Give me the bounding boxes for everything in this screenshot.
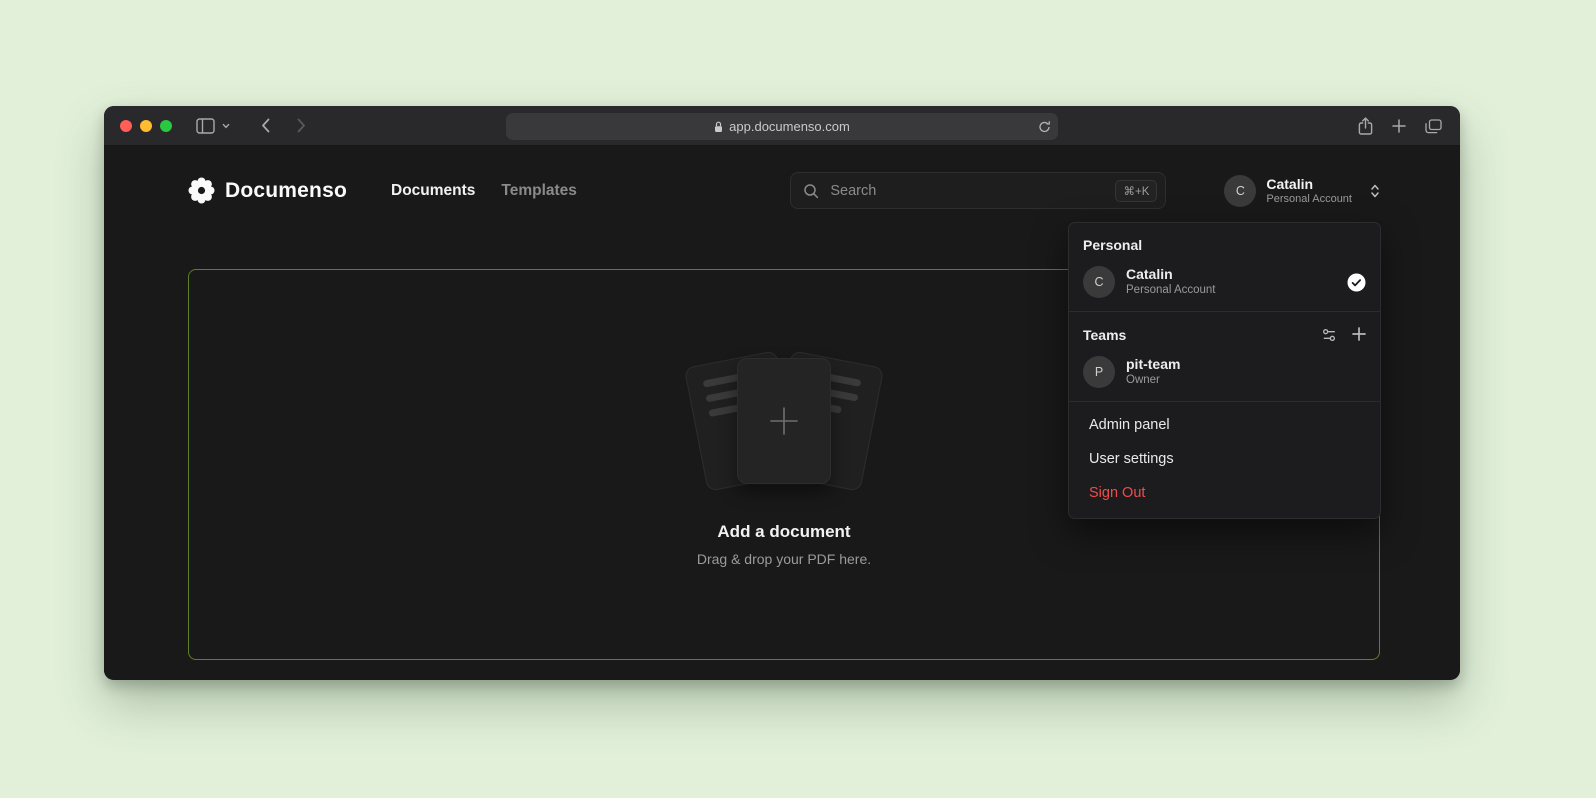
personal-type: Personal Account xyxy=(1126,284,1216,298)
account-dropdown-menu: Personal C Catalin Personal Account Team… xyxy=(1068,222,1381,519)
minimize-window-button[interactable] xyxy=(140,120,152,132)
chevron-right-icon xyxy=(297,118,306,133)
share-button[interactable] xyxy=(1352,113,1378,139)
sidebar-icon xyxy=(196,118,215,134)
sidebar-options-button[interactable] xyxy=(218,113,234,139)
new-tab-button[interactable] xyxy=(1386,113,1412,139)
account-avatar: C xyxy=(1224,175,1256,207)
sidebar-toggle-button[interactable] xyxy=(192,113,218,139)
search-box[interactable]: ⌘+K xyxy=(790,172,1166,209)
account-menu-button[interactable]: C Catalin Personal Account xyxy=(1224,175,1380,207)
forward-button[interactable] xyxy=(288,113,314,139)
account-name: Catalin xyxy=(1266,176,1352,192)
manage-teams-button[interactable] xyxy=(1321,327,1337,343)
traffic-lights xyxy=(120,120,172,132)
sliders-icon xyxy=(1321,327,1337,343)
tabs-icon xyxy=(1425,119,1442,134)
search-shortcut-badge: ⌘+K xyxy=(1115,180,1157,202)
main-nav: Documents Templates xyxy=(391,182,577,200)
plus-icon xyxy=(1352,327,1366,341)
browser-titlebar: app.documenso.com xyxy=(104,106,1460,146)
menu-personal-label: Personal xyxy=(1069,229,1380,259)
brand[interactable]: Documenso xyxy=(188,177,347,204)
nav-templates[interactable]: Templates xyxy=(501,182,577,200)
plus-icon xyxy=(767,404,801,438)
create-team-button[interactable] xyxy=(1352,327,1366,343)
personal-avatar: C xyxy=(1083,266,1115,298)
chevrons-up-down-icon xyxy=(1370,183,1380,199)
nav-documents[interactable]: Documents xyxy=(391,182,475,200)
team-avatar: P xyxy=(1083,356,1115,388)
menu-item-admin-panel[interactable]: Admin panel xyxy=(1069,408,1380,442)
team-name: pit-team xyxy=(1126,356,1180,373)
search-input[interactable] xyxy=(828,182,1106,200)
dropzone-subtitle: Drag & drop your PDF here. xyxy=(697,551,871,567)
brand-name: Documenso xyxy=(225,179,347,203)
documenso-app-page: Documenso Documents Templates ⌘+K C Cata… xyxy=(104,146,1460,679)
selected-check-icon xyxy=(1347,273,1366,292)
app-header: Documenso Documents Templates ⌘+K C Cata… xyxy=(104,146,1460,210)
plus-icon xyxy=(1392,119,1406,133)
account-type: Personal Account xyxy=(1266,193,1352,206)
chevron-down-icon xyxy=(222,123,230,129)
zoom-window-button[interactable] xyxy=(160,120,172,132)
personal-name: Catalin xyxy=(1126,266,1216,283)
close-window-button[interactable] xyxy=(120,120,132,132)
menu-item-user-settings[interactable]: User settings xyxy=(1069,442,1380,476)
documenso-logo-icon xyxy=(188,177,215,204)
menu-item-sign-out[interactable]: Sign Out xyxy=(1069,476,1380,510)
dropzone-title: Add a document xyxy=(717,522,850,542)
lock-icon xyxy=(714,121,723,133)
menu-divider xyxy=(1069,401,1380,402)
reload-icon xyxy=(1038,120,1051,133)
browser-window: app.documenso.com xyxy=(104,106,1460,680)
menu-teams-header: Teams xyxy=(1069,318,1380,349)
share-icon xyxy=(1358,117,1373,135)
team-role: Owner xyxy=(1126,374,1180,388)
titlebar-right-buttons xyxy=(1352,106,1446,146)
address-bar[interactable]: app.documenso.com xyxy=(506,113,1058,140)
document-card-center xyxy=(737,358,831,484)
reload-button[interactable] xyxy=(1038,120,1051,133)
tab-overview-button[interactable] xyxy=(1420,113,1446,139)
menu-personal-account-item[interactable]: C Catalin Personal Account xyxy=(1069,259,1380,305)
document-cards-illustration xyxy=(669,348,899,498)
url-text: app.documenso.com xyxy=(729,119,850,134)
menu-divider xyxy=(1069,311,1380,312)
search-icon xyxy=(803,183,819,199)
back-button[interactable] xyxy=(252,113,278,139)
menu-team-item[interactable]: P pit-team Owner xyxy=(1069,349,1380,395)
chevron-left-icon xyxy=(261,118,270,133)
menu-teams-label: Teams xyxy=(1083,327,1126,343)
